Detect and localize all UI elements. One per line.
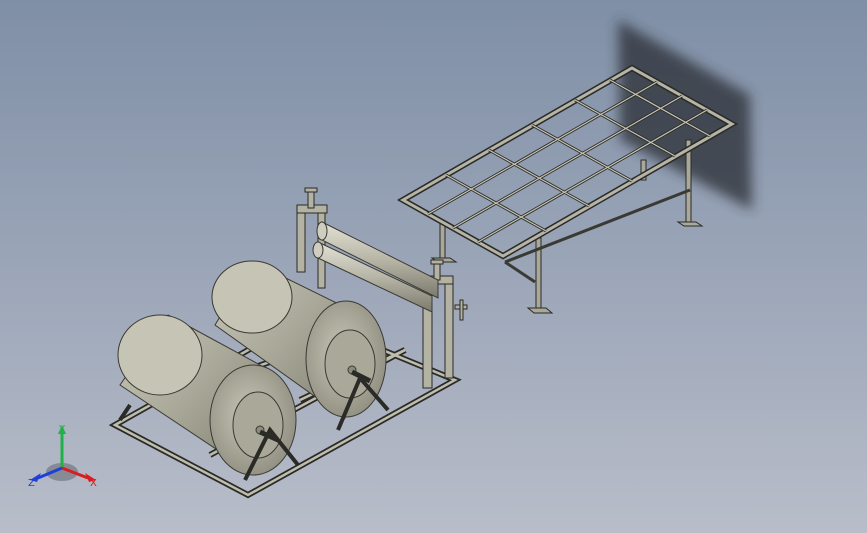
3d-viewport[interactable]: Y X Z: [0, 0, 867, 533]
roll-stand[interactable]: [108, 187, 468, 499]
view-orientation-triad[interactable]: Y X Z: [22, 420, 112, 500]
z-axis-label: Z: [28, 478, 35, 489]
tension-rollers: [312, 221, 439, 313]
x-axis-label: X: [90, 478, 97, 489]
y-axis-label: Y: [58, 424, 66, 435]
cad-scene[interactable]: [0, 0, 867, 533]
